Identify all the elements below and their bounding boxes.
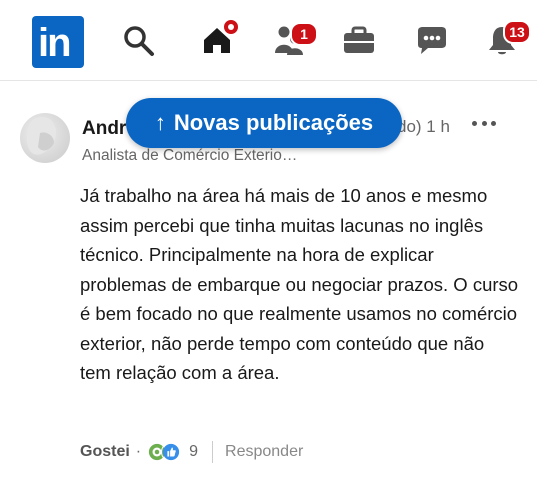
search-icon[interactable] bbox=[118, 16, 158, 64]
new-posts-button[interactable]: ↑ Novas publicações bbox=[126, 98, 402, 148]
linkedin-logo[interactable]: in bbox=[32, 16, 84, 68]
comment-body: Já trabalho na área há mais de 10 anos e… bbox=[80, 185, 519, 383]
arrow-up-icon: ↑ bbox=[154, 110, 166, 135]
notifications-bell-icon[interactable]: 13 bbox=[482, 16, 531, 64]
home-notification-dot bbox=[222, 18, 240, 36]
like-reaction-icon bbox=[161, 442, 182, 462]
author-name[interactable]: Andr bbox=[82, 118, 126, 140]
more-options-icon[interactable] bbox=[472, 115, 496, 131]
separator-dot: · bbox=[135, 443, 142, 460]
my-network-badge: 1 bbox=[290, 22, 318, 46]
reply-button[interactable]: Responder bbox=[225, 443, 303, 461]
new-posts-label: Novas publicações bbox=[173, 110, 374, 135]
home-icon[interactable] bbox=[196, 16, 240, 64]
actions-divider bbox=[212, 441, 214, 463]
author-headline: Analista de Comércio Exterio… bbox=[82, 147, 298, 164]
reaction-count[interactable]: 9 bbox=[189, 443, 198, 461]
my-network-icon[interactable]: 1 bbox=[268, 16, 318, 64]
like-button[interactable]: Gostei bbox=[80, 443, 130, 461]
author-avatar[interactable] bbox=[20, 113, 70, 163]
messaging-icon[interactable] bbox=[412, 16, 452, 64]
jobs-briefcase-icon[interactable] bbox=[340, 16, 378, 64]
top-navigation-bar: in 1 13 bbox=[0, 0, 537, 81]
notifications-badge: 13 bbox=[503, 20, 531, 44]
reaction-icons[interactable] bbox=[147, 442, 183, 462]
logo-text: in bbox=[38, 21, 72, 65]
comment-actions: Gostei · 9 Responder bbox=[80, 441, 303, 463]
comment-timestamp: do) 1 h bbox=[397, 117, 450, 136]
